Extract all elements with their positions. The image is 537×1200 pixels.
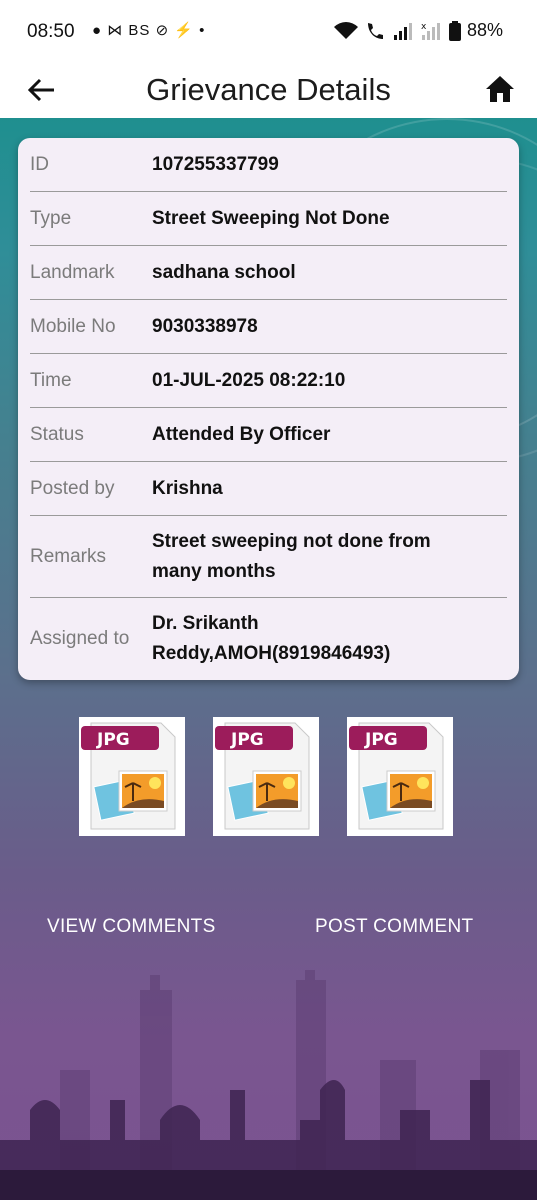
detail-value: 01-JUL-2025 08:22:10 bbox=[152, 369, 346, 391]
svg-text:JPG: JPG bbox=[230, 730, 264, 750]
svg-text:JPG: JPG bbox=[96, 730, 130, 750]
detail-label: Time bbox=[30, 369, 72, 391]
app-bar: Grievance Details bbox=[0, 62, 537, 118]
svg-text:x: x bbox=[421, 22, 427, 32]
page-title: Grievance Details bbox=[146, 72, 391, 107]
attachment-jpg[interactable]: JPG bbox=[79, 717, 185, 836]
detail-label: Status bbox=[30, 423, 84, 445]
detail-label: Assigned to bbox=[30, 628, 130, 649]
wifi-call-icon bbox=[367, 22, 383, 39]
attachment-jpg[interactable]: JPG bbox=[213, 717, 319, 836]
detail-row-id: ID 107255337799 bbox=[30, 138, 507, 192]
svg-text:JPG: JPG bbox=[364, 730, 398, 750]
detail-label: Remarks bbox=[30, 545, 107, 567]
detail-row-posted-by: Posted by Krishna bbox=[30, 462, 507, 516]
battery-icon bbox=[448, 20, 461, 41]
detail-label: Posted by bbox=[30, 477, 115, 499]
grievance-details-card: ID 107255337799 Type Street Sweeping Not… bbox=[18, 138, 519, 680]
wifi-icon bbox=[333, 21, 358, 39]
detail-value: Krishna bbox=[152, 477, 223, 499]
signal-icon bbox=[393, 22, 412, 40]
jpg-file-icon: JPG bbox=[81, 722, 176, 830]
detail-label: Landmark bbox=[30, 261, 115, 283]
detail-value: Attended By Officer bbox=[152, 423, 331, 445]
detail-row-type: Type Street Sweeping Not Done bbox=[30, 192, 507, 246]
jpg-file-icon: JPG bbox=[215, 722, 310, 830]
detail-row-assigned-to: Assigned to Dr. Srikanth Reddy,AMOH(8919… bbox=[30, 598, 507, 680]
signal-x-icon: x bbox=[421, 22, 440, 40]
detail-label: Mobile No bbox=[30, 315, 116, 337]
post-comment-button[interactable]: POST COMMENT bbox=[315, 916, 473, 938]
detail-value: sadhana school bbox=[152, 261, 296, 283]
detail-label: ID bbox=[30, 153, 49, 175]
jpg-file-icon: JPG bbox=[349, 722, 444, 830]
detail-value: 107255337799 bbox=[152, 153, 279, 175]
status-right: x 88% bbox=[333, 20, 503, 41]
view-comments-button[interactable]: VIEW COMMENTS bbox=[47, 916, 216, 938]
detail-value: Dr. Srikanth Reddy,AMOH(8919846493) bbox=[152, 613, 391, 664]
detail-value: Street sweeping not done from many month… bbox=[152, 530, 431, 582]
detail-row-remarks: Remarks Street sweeping not done from ma… bbox=[30, 516, 507, 598]
status-time: 08:50 bbox=[27, 21, 75, 42]
detail-row-time: Time 01-JUL-2025 08:22:10 bbox=[30, 354, 507, 408]
detail-row-mobile: Mobile No 9030338978 bbox=[30, 300, 507, 354]
attachment-jpg[interactable]: JPG bbox=[347, 717, 453, 836]
detail-row-landmark: Landmark sadhana school bbox=[30, 246, 507, 300]
notification-icons: ● ⋈ BS ⊘ ⚡ • bbox=[92, 22, 206, 39]
home-icon[interactable] bbox=[484, 73, 516, 105]
detail-value: 9030338978 bbox=[152, 315, 258, 337]
detail-row-status: Status Attended By Officer bbox=[30, 408, 507, 462]
detail-label: Type bbox=[30, 207, 72, 229]
battery-percent: 88% bbox=[466, 20, 503, 40]
status-bar: 08:50 ● ⋈ BS ⊘ ⚡ • x 88% bbox=[0, 0, 537, 62]
city-skyline-illustration bbox=[0, 970, 537, 1200]
detail-value: Street Sweeping Not Done bbox=[152, 207, 390, 229]
